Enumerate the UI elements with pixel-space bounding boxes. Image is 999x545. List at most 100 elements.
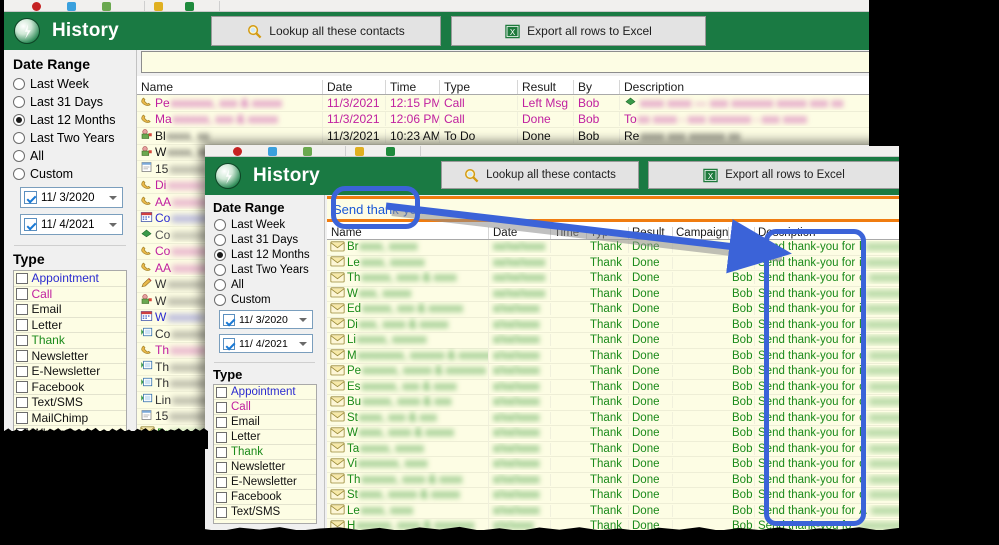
window-icon[interactable] <box>67 1 76 11</box>
radio-icon[interactable] <box>214 218 226 231</box>
column-time[interactable]: Time <box>386 80 440 94</box>
column-type[interactable]: Type <box>440 80 518 94</box>
table-row[interactable]: St xxxx, xxx & xxx x/xx/xxxx Thank Done … <box>327 410 899 426</box>
table-row[interactable]: Li xxxxx, xxxxxx x/xx/xxxx Thank Done Bo… <box>327 332 899 349</box>
type-filter-9[interactable]: MailChimp <box>14 411 126 426</box>
date-range-option-0[interactable]: Last Week <box>205 217 324 232</box>
table-row[interactable]: Bl xxxx, xx 11/3/2021 10:23 AM To Do Don… <box>137 128 870 145</box>
radio-icon[interactable] <box>13 114 25 126</box>
type-filter-0[interactable]: Appointment <box>14 271 126 287</box>
date-range-option-0[interactable]: Last Week <box>4 75 136 93</box>
date-range-option-4[interactable]: All <box>205 277 324 292</box>
date-range-option-5[interactable]: Custom <box>205 292 324 307</box>
table-row[interactable]: Le xxxx, xxxx x/xx/xxxx Thank Done Bob S… <box>327 503 899 519</box>
chevron-down-icon[interactable] <box>109 222 117 227</box>
date-range-option-2[interactable]: Last 12 Months <box>4 111 136 129</box>
date-from-checkbox-front[interactable] <box>223 313 235 326</box>
type-filter-1[interactable]: Call <box>214 400 316 415</box>
checkbox-icon[interactable] <box>16 396 28 408</box>
column-date[interactable]: Date <box>489 227 551 239</box>
date-from-checkbox-back[interactable] <box>24 191 37 204</box>
table-row[interactable]: Th xxxxxx, xxxx & xxxx x/xx/xxxx Thank D… <box>327 472 899 488</box>
chevron-down-icon[interactable] <box>299 341 307 346</box>
date-to-picker-back[interactable]: 11/ 4/2021 <box>20 214 123 235</box>
lookup-icon[interactable] <box>355 146 364 156</box>
filter-input-front[interactable]: Send thank-you <box>327 196 899 222</box>
type-filter-4[interactable]: Thank <box>14 333 126 349</box>
radio-icon[interactable] <box>214 263 226 276</box>
type-filter-8[interactable]: Text/SMS <box>14 395 126 411</box>
column-description[interactable]: Description <box>755 227 899 239</box>
table-row[interactable]: Ta xxxxx, xxxxx x/xx/xxxx Thank Done Bob… <box>327 441 899 457</box>
checkbox-icon[interactable] <box>16 381 28 393</box>
checkbox-icon[interactable] <box>16 365 28 377</box>
table-row[interactable]: Es xxxxxx, xxx & xxxx x/xx/xxxx Thank Do… <box>327 379 899 395</box>
history-grid-front[interactable]: Name Date Time Type Result Campaign By D… <box>327 222 899 545</box>
table-row[interactable]: Vi xxxxxxx, xxxx x/xx/xxxx Thank Done Bo… <box>327 456 899 473</box>
table-row[interactable]: Pe xxxxxx, xxxxx & xxxxxxx x/xx/xxxx Tha… <box>327 363 899 380</box>
type-filter-3[interactable]: Letter <box>14 318 126 333</box>
checkbox-icon[interactable] <box>16 334 28 346</box>
checkbox-icon[interactable] <box>216 476 227 488</box>
checkbox-icon[interactable] <box>16 412 28 424</box>
column-by[interactable]: By <box>729 227 755 239</box>
table-row[interactable]: St xxxx, xxxxx & xxxxx x/xx/xxxx Thank D… <box>327 487 899 504</box>
chevron-down-icon[interactable] <box>299 317 307 322</box>
type-filter-2[interactable]: Email <box>14 302 126 318</box>
filter-input-back[interactable] <box>141 51 870 73</box>
checkbox-icon[interactable] <box>216 491 227 503</box>
checkbox-icon[interactable] <box>216 386 227 398</box>
type-filter-0[interactable]: Appointment <box>214 385 316 400</box>
date-range-option-2[interactable]: Last 12 Months <box>205 247 324 262</box>
column-time[interactable]: Time <box>551 227 587 239</box>
grid-body-front[interactable]: Br xxxx, xxxxx xx/xx/xxxx Thank Done Bob… <box>327 239 899 535</box>
export-excel-button-back[interactable]: X Export all rows to Excel <box>451 16 706 46</box>
type-filter-list-back[interactable]: Appointment Call Email Letter Thank News… <box>13 270 127 437</box>
date-range-option-3[interactable]: Last Two Years <box>205 262 324 277</box>
radio-icon[interactable] <box>214 278 226 291</box>
radio-icon[interactable] <box>13 150 25 162</box>
type-filter-2[interactable]: Email <box>214 415 316 430</box>
type-filter-1[interactable]: Call <box>14 287 126 302</box>
radio-icon[interactable] <box>214 293 226 306</box>
record-icon[interactable] <box>233 146 242 156</box>
checkbox-icon[interactable] <box>16 272 28 284</box>
checkbox-icon[interactable] <box>16 288 28 300</box>
date-range-option-4[interactable]: All <box>4 147 136 165</box>
radio-icon[interactable] <box>13 132 25 144</box>
checkbox-icon[interactable] <box>16 303 28 315</box>
date-range-option-1[interactable]: Last 31 Days <box>4 93 136 111</box>
date-range-option-1[interactable]: Last 31 Days <box>205 232 324 247</box>
type-filter-5[interactable]: Newsletter <box>14 349 126 364</box>
column-by[interactable]: By <box>574 80 620 94</box>
table-row[interactable]: W xxxx, xxxx & xxxxx x/xx/xxxx Thank Don… <box>327 425 899 442</box>
date-range-option-3[interactable]: Last Two Years <box>4 129 136 147</box>
table-row[interactable]: Br xxxx, xxxxx xx/xx/xxxx Thank Done Bob… <box>327 239 899 256</box>
column-name[interactable]: Name <box>327 227 489 239</box>
table-row[interactable]: Ed xxxxx, xxx & xxxxxx x/xx/xxxx Thank D… <box>327 301 899 318</box>
column-type[interactable]: Type <box>587 227 629 239</box>
type-filter-6[interactable]: E-Newsletter <box>14 364 126 380</box>
checkbox-icon[interactable] <box>216 446 227 458</box>
lookup-icon[interactable] <box>154 1 163 11</box>
type-filter-3[interactable]: Letter <box>214 430 316 445</box>
date-from-picker-front[interactable]: 11/ 3/2020 <box>219 310 313 329</box>
table-row[interactable]: Pe xxxxxxx, xxx & xxxxx 11/3/2021 12:15 … <box>137 95 870 112</box>
date-from-picker-back[interactable]: 11/ 3/2020 <box>20 187 123 208</box>
column-result[interactable]: Result <box>629 227 673 239</box>
table-row[interactable]: W xxx, xxxxx xx/xx/xxxx Thank Done Bob S… <box>327 286 899 302</box>
type-filter-5[interactable]: Newsletter <box>214 460 316 475</box>
table-row[interactable]: M xxxxxxxx, xxxxxx & xxxxxxx x/xx/xxxx T… <box>327 348 899 364</box>
checkbox-icon[interactable] <box>216 401 227 413</box>
type-filter-7[interactable]: Facebook <box>214 490 316 505</box>
chevron-down-icon[interactable] <box>109 195 117 200</box>
date-range-option-5[interactable]: Custom <box>4 165 136 183</box>
table-row[interactable]: Th xxxxx, xxxx & xxxx xx/xx/xxxx Thank D… <box>327 270 899 287</box>
checkbox-icon[interactable] <box>216 416 227 428</box>
type-filter-8[interactable]: Text/SMS <box>214 505 316 520</box>
lookup-all-contacts-button-back[interactable]: Lookup all these contacts <box>211 16 441 46</box>
column-date[interactable]: Date <box>323 80 386 94</box>
table-row[interactable]: Bu xxxxx, xxxx & xxx x/xx/xxxx Thank Don… <box>327 394 899 411</box>
date-to-picker-front[interactable]: 11/ 4/2021 <box>219 334 313 353</box>
checkbox-icon[interactable] <box>216 431 227 443</box>
